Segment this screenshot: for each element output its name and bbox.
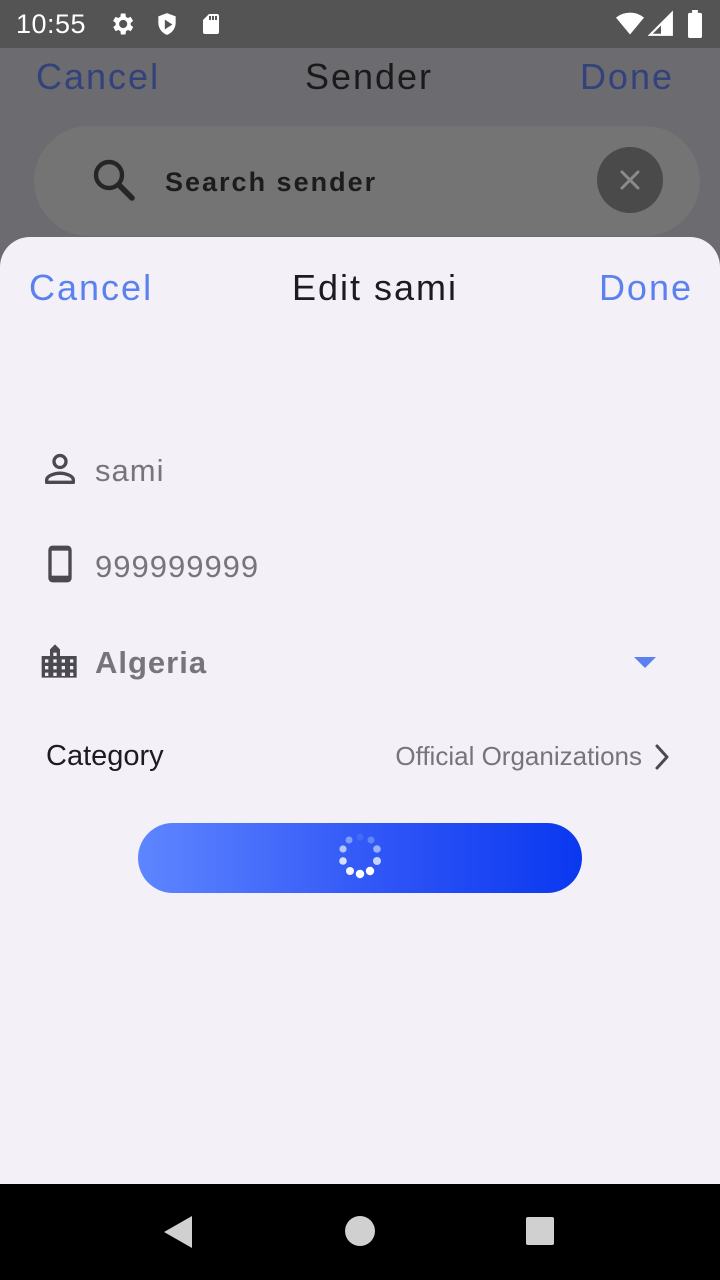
battery-icon bbox=[686, 10, 704, 43]
recents-icon[interactable] bbox=[525, 1216, 555, 1251]
navigation-bar bbox=[0, 1184, 720, 1280]
name-input[interactable]: sami bbox=[95, 453, 164, 489]
dropdown-arrow-icon[interactable] bbox=[634, 657, 656, 668]
shield-icon bbox=[154, 10, 180, 43]
close-icon bbox=[620, 170, 640, 190]
back-icon[interactable] bbox=[162, 1215, 194, 1254]
wifi-icon bbox=[614, 10, 646, 43]
clear-search-button[interactable] bbox=[597, 147, 663, 213]
sd-card-icon bbox=[199, 10, 223, 43]
person-icon bbox=[40, 449, 80, 489]
category-label: Category bbox=[46, 740, 164, 772]
building-icon bbox=[40, 641, 80, 681]
chevron-right-icon bbox=[654, 742, 670, 777]
status-bar: 10:55 bbox=[0, 0, 720, 48]
status-time: 10:55 bbox=[16, 9, 87, 39]
loading-spinner-icon bbox=[333, 833, 387, 888]
phone-input[interactable]: 999999999 bbox=[95, 549, 259, 585]
signal-icon bbox=[647, 10, 674, 43]
phone-field[interactable]: 999999999 bbox=[40, 535, 680, 595]
background-done-button[interactable]: Done bbox=[580, 56, 674, 98]
category-value: Official Organizations bbox=[395, 741, 642, 771]
home-icon[interactable] bbox=[344, 1215, 376, 1252]
search-icon bbox=[90, 156, 138, 209]
background-header: Cancel Sender Done bbox=[0, 48, 720, 108]
edit-sender-sheet: Cancel Edit sami Done sami 999999999 Alg… bbox=[0, 237, 720, 1184]
country-dropdown[interactable]: Algeria bbox=[40, 631, 680, 691]
category-row[interactable]: Category Official Organizations bbox=[46, 738, 676, 778]
done-button[interactable]: Done bbox=[599, 267, 693, 309]
country-value: Algeria bbox=[95, 645, 208, 680]
submit-button[interactable] bbox=[138, 823, 582, 893]
name-field[interactable]: sami bbox=[40, 439, 680, 499]
search-input[interactable]: Search sender bbox=[165, 167, 377, 198]
search-bar[interactable]: Search sender bbox=[34, 126, 700, 236]
settings-icon bbox=[108, 10, 136, 43]
phone-icon bbox=[40, 545, 80, 585]
